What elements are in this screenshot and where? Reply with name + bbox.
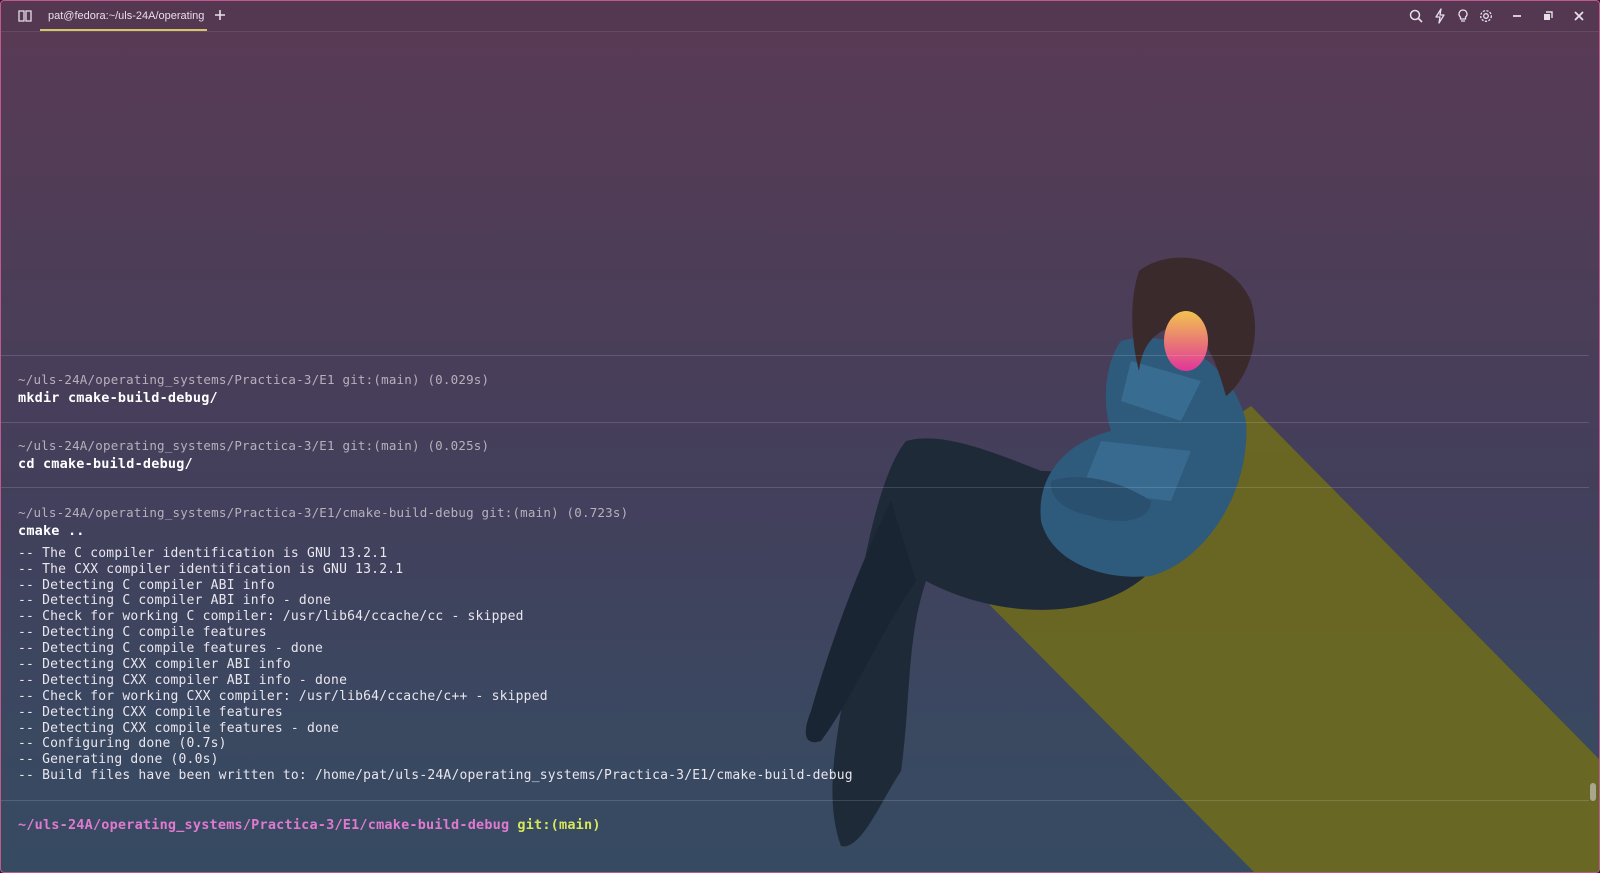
block-meta: ~/uls-24A/operating_systems/Practica-3/E… [18,438,490,453]
block-command[interactable]: mkdir cmake-build-debug/ [18,390,218,406]
output-line: -- Configuring done (0.7s) [18,736,227,751]
terminal-window: pat@fedora:~/uls-24A/operating ~/uls-24A… [0,0,1600,873]
title-bar: pat@fedora:~/uls-24A/operating [1,1,1599,32]
block-divider [1,800,1589,801]
search-icon[interactable] [1408,8,1424,24]
output-line: -- Generating done (0.0s) [18,752,219,767]
output-line: -- The CXX compiler identification is GN… [18,562,404,577]
output-line: -- Detecting C compile features - done [18,641,324,656]
output-line: -- Detecting C compile features [18,625,267,640]
lightbulb-icon[interactable] [1455,8,1471,24]
output-line: -- Build files have been written to: /ho… [18,768,853,783]
block-command[interactable]: cd cmake-build-debug/ [18,456,193,472]
output-line: -- Detecting CXX compile features - done [18,721,340,736]
tab-title: pat@fedora:~/uls-24A/operating [48,10,205,22]
sidebar-toggle-icon[interactable] [17,8,33,24]
block-meta: ~/uls-24A/operating_systems/Practica-3/E… [18,372,490,387]
output-line: -- Check for working C compiler: /usr/li… [18,609,524,624]
scrollbar-thumb[interactable] [1590,783,1596,801]
output-line: -- Detecting CXX compile features [18,705,283,720]
prompt-git-branch: git:(main) [517,817,601,833]
output-line: -- Detecting CXX compiler ABI info - don… [18,673,348,688]
tab-active[interactable]: pat@fedora:~/uls-24A/operating [40,1,207,31]
minimize-icon[interactable] [1509,8,1525,24]
lightning-icon[interactable] [1432,8,1448,24]
active-prompt[interactable]: ~/uls-24A/operating_systems/Practica-3/E… [18,817,601,833]
prompt-path: ~/uls-24A/operating_systems/Practica-3/E… [18,817,510,833]
block-command[interactable]: cmake .. [18,523,85,539]
output-line: -- Detecting CXX compiler ABI info [18,657,291,672]
output-line: -- Detecting C compiler ABI info [18,578,275,593]
gear-icon[interactable] [1478,8,1494,24]
restore-icon[interactable] [1540,8,1556,24]
block-divider [1,355,1589,356]
output-line: -- The C compiler identification is GNU … [18,546,388,561]
block-meta: ~/uls-24A/operating_systems/Practica-3/E… [18,505,629,520]
background-artwork [805,257,1599,872]
output-line: -- Detecting C compiler ABI info - done [18,593,332,608]
plus-icon[interactable] [212,7,228,23]
output-line: -- Check for working CXX compiler: /usr/… [18,689,548,704]
block-divider [1,422,1589,423]
block-divider [1,487,1589,488]
close-icon[interactable] [1571,8,1587,24]
